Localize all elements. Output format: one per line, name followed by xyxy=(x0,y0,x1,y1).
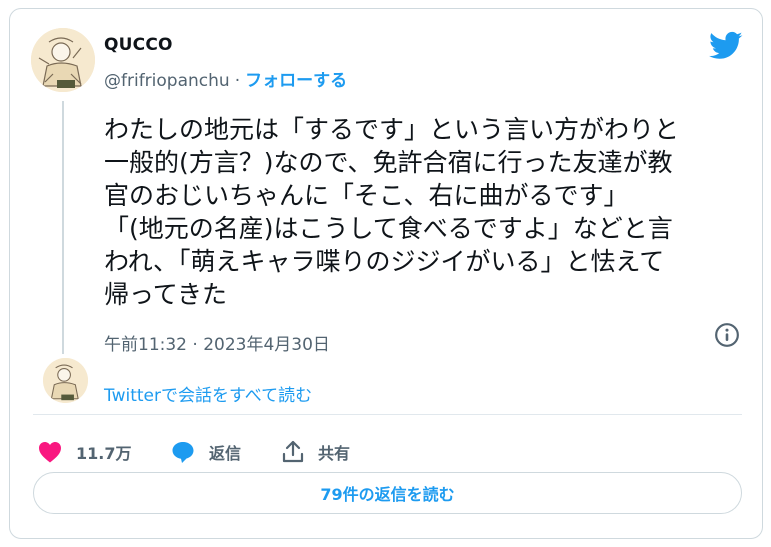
share-label: 共有 xyxy=(318,444,351,463)
tweet-card: QUCCO @frifriopanchu · フォローする わたしの地元は「するです… xyxy=(9,8,763,539)
speech-bubble-icon xyxy=(172,442,194,463)
tweet-text-line: 帰ってきた xyxy=(104,280,228,309)
info-icon[interactable] xyxy=(714,322,740,348)
thread-line xyxy=(62,101,64,354)
read-conversation-link[interactable]: Twitterで会話をすべて読む xyxy=(104,381,312,406)
tweet-text-line: 一般的(方言？)なので、免許合宿に行った友達が教 xyxy=(104,148,673,177)
tweet-timestamp[interactable]: 午前11:32 · 2023年4月30日 xyxy=(104,330,330,355)
author-handle[interactable]: @frifriopanchu xyxy=(104,71,230,91)
author-avatar-small[interactable] xyxy=(43,358,88,403)
heart-icon xyxy=(39,442,61,463)
follow-button[interactable]: フォローする xyxy=(245,71,347,91)
tweet-text: わたしの地元は「するです」という言い方がわりと 一般的(方言？)なので、免許合宿… xyxy=(104,113,754,311)
like-button[interactable]: 11.7万 xyxy=(38,439,131,465)
author-display-name[interactable]: QUCCO xyxy=(104,35,173,55)
tweet-text-line: われ、「萌えキャラ喋りのジジイがいる」と怯えて xyxy=(104,247,665,276)
reply-label: 返信 xyxy=(209,444,242,463)
share-button[interactable]: 共有 xyxy=(282,439,350,465)
tweet-text-line: 「(地元の名産)はこうして食べるですよ」などと言 xyxy=(104,214,673,243)
tweet-text-line: わたしの地元は「するです」という言い方がわりと xyxy=(104,115,680,144)
like-count: 11.7万 xyxy=(76,444,132,463)
tweet-text-line: 官のおじいちゃんに「そこ、右に曲がるです」 xyxy=(104,181,629,210)
share-icon xyxy=(282,440,304,463)
twitter-bird-icon[interactable] xyxy=(709,31,743,61)
author-handle-row: @frifriopanchu · フォローする xyxy=(104,66,347,91)
read-replies-button[interactable]: 79件の返信を読む xyxy=(33,472,742,514)
handle-separator: · xyxy=(234,71,241,91)
divider xyxy=(33,414,742,415)
reply-button[interactable]: 返信 xyxy=(171,439,241,465)
author-avatar[interactable] xyxy=(31,28,95,92)
